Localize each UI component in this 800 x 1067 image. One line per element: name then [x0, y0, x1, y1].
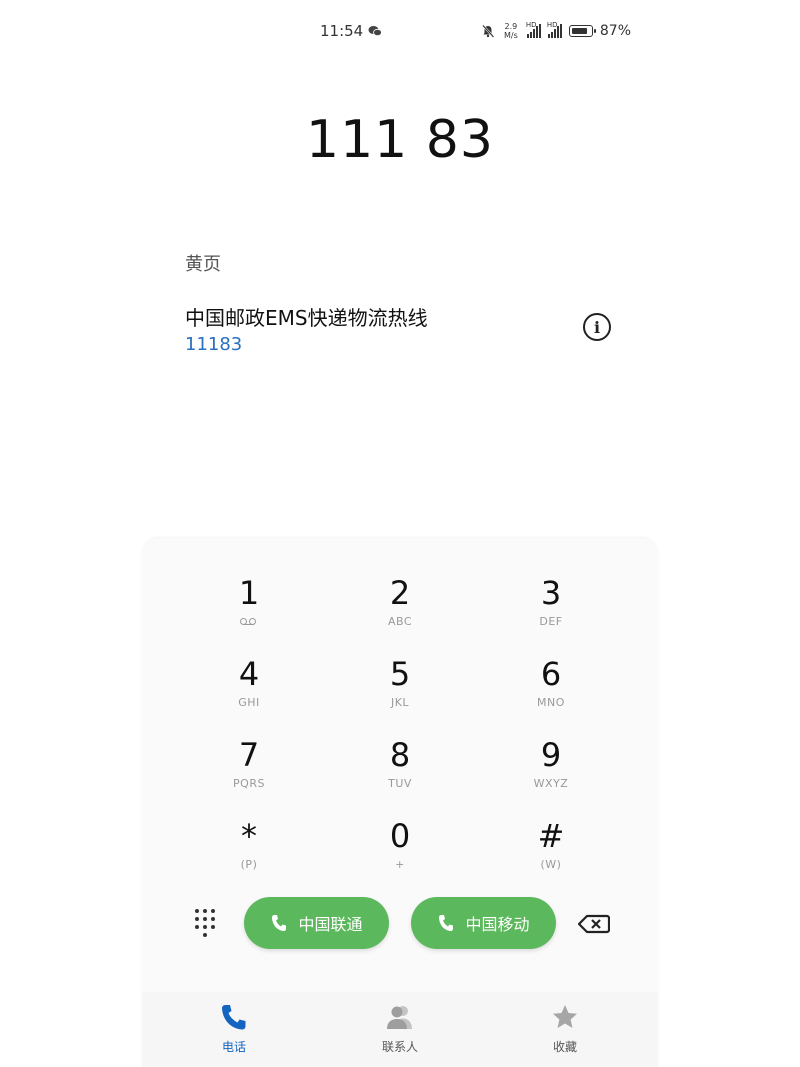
key-1[interactable]: 1	[189, 575, 309, 645]
key-star[interactable]: * (P)	[189, 818, 309, 888]
contact-number[interactable]: 11183	[185, 334, 242, 355]
phone-sim2-icon	[437, 913, 455, 933]
phone-sim1-icon	[270, 913, 288, 933]
status-bar: 11:54 2.9 M/s HD HD 87%	[300, 18, 645, 44]
call-button-sim1[interactable]: 中国联通	[244, 897, 389, 949]
key-5[interactable]: 5 JKL	[340, 656, 460, 726]
status-time: 11:54	[320, 22, 364, 40]
nav-item-favorites[interactable]: 收藏	[505, 1002, 625, 1055]
star-icon	[553, 1005, 577, 1028]
nav-item-phone[interactable]: 电话	[174, 1002, 294, 1055]
key-3[interactable]: 3 DEF	[491, 575, 611, 645]
key-2[interactable]: 2 ABC	[340, 575, 460, 645]
key-8[interactable]: 8 TUV	[340, 737, 460, 807]
battery-icon	[568, 25, 596, 37]
call-button-sim2[interactable]: 中国移动	[411, 897, 556, 949]
call-sim1-label: 中国联通	[298, 915, 363, 934]
battery-percent: 87%	[599, 23, 631, 39]
phone-icon	[222, 1005, 246, 1030]
key-0[interactable]: 0 +	[340, 818, 460, 888]
key-hash[interactable]: # (W)	[491, 818, 611, 888]
net-speed: 2.9 M/s	[503, 22, 518, 40]
bottom-nav: 电话 联系人 收藏	[142, 992, 658, 1067]
status-left: 11:54	[300, 22, 383, 40]
contacts-icon	[387, 1006, 412, 1029]
key-7[interactable]: 7 PQRS	[189, 737, 309, 807]
bell-muted-icon	[482, 24, 495, 38]
call-sim2-label: 中国移动	[465, 915, 530, 934]
signal-icon-sim2: HD	[547, 21, 562, 38]
nav-item-contacts[interactable]: 联系人	[340, 1002, 460, 1055]
status-right: 2.9 M/s HD HD 87%	[481, 21, 645, 40]
signal-icon-sim1: HD	[526, 21, 541, 38]
info-icon: i	[593, 317, 601, 337]
backspace-icon	[577, 914, 611, 934]
dialpad-toggle-button[interactable]	[193, 907, 217, 939]
key-6[interactable]: 6 MNO	[491, 656, 611, 726]
wechat-icon	[368, 26, 383, 37]
contact-name[interactable]: 中国邮政EMS快递物流热线	[185, 302, 428, 331]
dialed-number: 111 83	[306, 110, 494, 170]
backspace-button[interactable]	[577, 914, 611, 934]
voicemail-icon	[240, 618, 258, 626]
key-9[interactable]: 9 WXYZ	[491, 737, 611, 807]
key-4[interactable]: 4 GHI	[189, 656, 309, 726]
info-button[interactable]: i	[583, 313, 611, 341]
yellow-pages-label: 黄页	[185, 254, 221, 275]
